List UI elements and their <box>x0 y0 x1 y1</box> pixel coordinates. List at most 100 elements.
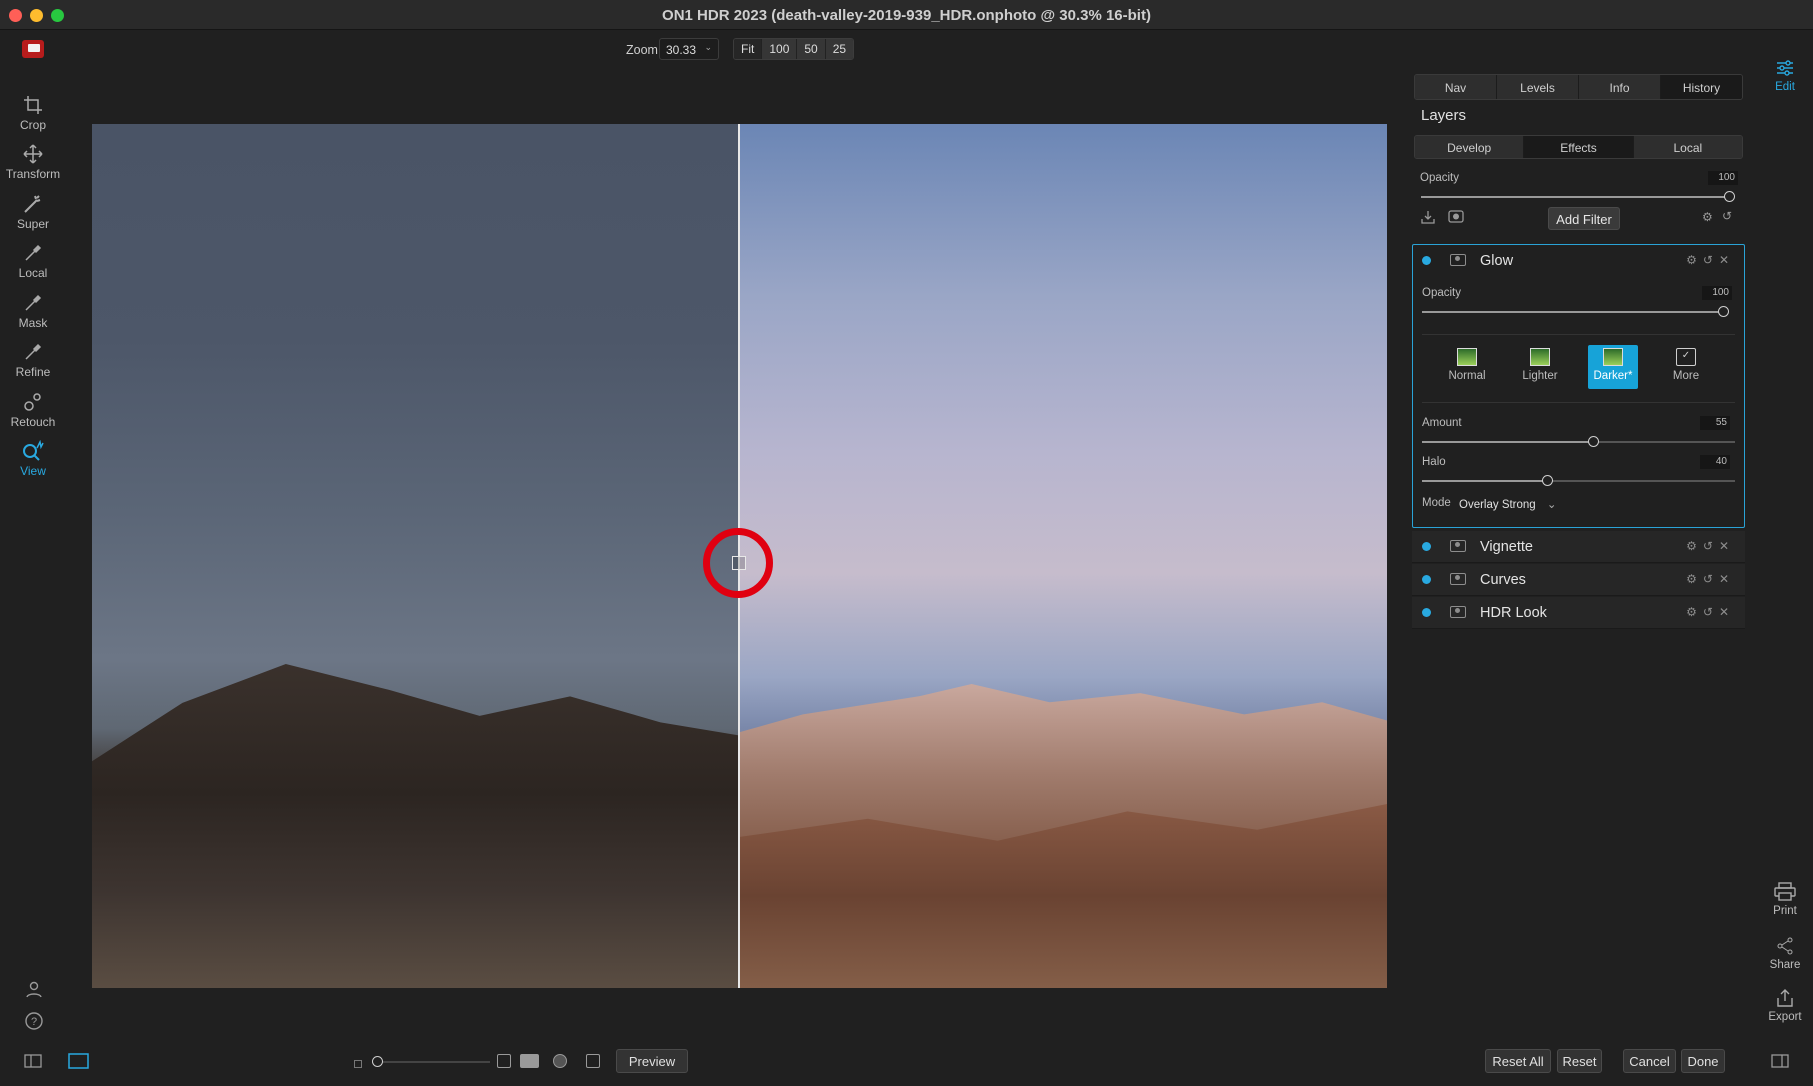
after-foreground <box>738 804 1387 988</box>
amount-knob[interactable] <box>1588 436 1599 447</box>
tool-refine[interactable]: Refine <box>0 341 66 379</box>
tab-history[interactable]: History <box>1661 75 1742 99</box>
hdr-look-row-icons[interactable]: ⚙↺✕ <box>1686 605 1735 619</box>
super-icon <box>0 193 66 215</box>
zoom-100-button[interactable]: 100 <box>762 39 798 59</box>
vignette-visibility-dot[interactable] <box>1422 542 1431 551</box>
share-label: Share <box>1769 959 1801 971</box>
zoom-50-button[interactable]: 50 <box>797 39 826 59</box>
layer-mask-icon[interactable] <box>1448 210 1464 226</box>
export-label: Export <box>1768 1011 1802 1023</box>
text-overlay-icon[interactable] <box>520 1054 539 1068</box>
tab-info[interactable]: Info <box>1579 75 1661 99</box>
crop-icon <box>0 94 66 116</box>
preview-size-knob[interactable] <box>372 1056 383 1067</box>
split-handle[interactable] <box>732 556 746 570</box>
tool-local[interactable]: Local <box>0 242 66 280</box>
panel-tabs: Nav Levels Info History <box>1414 74 1743 100</box>
zoom-25-button[interactable]: 25 <box>825 39 854 59</box>
compare-view-icon[interactable] <box>586 1054 600 1068</box>
print-button[interactable]: Print <box>1760 882 1810 917</box>
tool-view[interactable]: View <box>0 440 66 478</box>
add-filter-button[interactable]: Add Filter <box>1548 207 1620 230</box>
curves-row-icons[interactable]: ⚙↺✕ <box>1686 572 1735 586</box>
hdr-look-mask-icon[interactable] <box>1450 606 1466 618</box>
layer-opacity-value[interactable]: 100 <box>1708 171 1738 185</box>
right-panel-toggle-icon[interactable] <box>1771 1054 1789 1071</box>
square-view-icon[interactable] <box>497 1054 511 1068</box>
reset-button[interactable]: Reset <box>1557 1049 1602 1073</box>
tool-super[interactable]: Super <box>0 193 66 231</box>
filter-row-hdr-look[interactable]: HDR Look ⚙↺✕ <box>1412 597 1745 629</box>
preview-button[interactable]: Preview <box>616 1049 688 1073</box>
preset-normal[interactable]: Normal <box>1442 345 1492 389</box>
tree-thumbnail-icon <box>1530 348 1550 366</box>
tool-mask[interactable]: Mask <box>0 292 66 330</box>
filter-name: Vignette <box>1480 539 1533 555</box>
filter-row-curves[interactable]: Curves ⚙↺✕ <box>1412 564 1745 596</box>
filter-row-vignette[interactable]: Vignette ⚙↺✕ <box>1412 531 1745 563</box>
image-canvas[interactable] <box>92 124 1387 988</box>
tab-effects[interactable]: Effects <box>1524 136 1634 158</box>
zoom-fit-button[interactable]: Fit <box>734 39 763 59</box>
preset-darker-label: Darker* <box>1593 370 1633 382</box>
hdr-look-visibility-dot[interactable] <box>1422 608 1431 617</box>
vignette-mask-icon[interactable] <box>1450 540 1466 552</box>
left-panel-toggle-icon[interactable] <box>24 1054 42 1071</box>
mask-view-icon[interactable] <box>553 1054 567 1068</box>
amount-value[interactable]: 55 <box>1700 416 1730 430</box>
divider <box>1422 402 1735 403</box>
curves-visibility-dot[interactable] <box>1422 575 1431 584</box>
user-icon[interactable] <box>25 980 43 1001</box>
edit-label: Edit <box>1775 81 1795 93</box>
export-button[interactable]: Export <box>1760 988 1810 1023</box>
glow-row-icons[interactable]: ⚙↺✕ <box>1686 253 1735 267</box>
glow-filter-header[interactable]: Glow ⚙↺✕ <box>1412 245 1745 277</box>
glow-opacity-knob[interactable] <box>1718 306 1729 317</box>
glow-mask-icon[interactable] <box>1450 254 1466 266</box>
preset-more[interactable]: ✓ More <box>1661 345 1711 389</box>
preset-lighter[interactable]: Lighter <box>1515 345 1565 389</box>
help-icon[interactable]: ? <box>25 1012 43 1033</box>
done-button[interactable]: Done <box>1681 1049 1725 1073</box>
import-icon[interactable] <box>1421 210 1435 227</box>
tab-levels[interactable]: Levels <box>1497 75 1579 99</box>
preview-size-slider[interactable] <box>372 1056 490 1067</box>
halo-slider[interactable] <box>1422 475 1735 486</box>
preset-darker[interactable]: Darker* <box>1588 345 1638 389</box>
svg-text:?: ? <box>31 1016 37 1028</box>
tool-crop[interactable]: Crop <box>0 94 66 132</box>
tree-thumbnail-icon <box>1603 348 1623 366</box>
zoom-select[interactable]: 30.33 ⌄ <box>659 38 719 60</box>
layer-opacity-knob[interactable] <box>1724 191 1735 202</box>
zoom-label: Zoom <box>626 43 658 57</box>
gear-icon[interactable]: ⚙ <box>1702 210 1713 224</box>
tab-local[interactable]: Local <box>1633 136 1742 158</box>
halo-value[interactable]: 40 <box>1700 455 1730 469</box>
halo-knob[interactable] <box>1542 475 1553 486</box>
glow-opacity-value[interactable]: 100 <box>1702 286 1732 300</box>
cancel-button[interactable]: Cancel <box>1623 1049 1676 1073</box>
tool-transform[interactable]: Transform <box>0 143 66 181</box>
reset-all-button[interactable]: Reset All <box>1485 1049 1551 1073</box>
tab-develop[interactable]: Develop <box>1415 136 1525 158</box>
amount-slider[interactable] <box>1422 436 1735 447</box>
local-brush-icon <box>0 242 66 264</box>
layer-opacity-slider[interactable] <box>1421 191 1735 202</box>
halo-label: Halo <box>1422 456 1446 468</box>
vignette-row-icons[interactable]: ⚙↺✕ <box>1686 539 1735 553</box>
reset-icon[interactable]: ↺ <box>1722 209 1732 223</box>
tree-thumbnail-icon <box>1457 348 1477 366</box>
edit-module-button[interactable]: Edit <box>1760 58 1810 93</box>
refine-brush-icon <box>0 341 66 363</box>
printer-icon <box>1774 882 1796 901</box>
glow-visibility-dot[interactable] <box>1422 256 1431 265</box>
single-view-icon[interactable] <box>68 1053 89 1072</box>
tab-nav[interactable]: Nav <box>1415 75 1497 99</box>
share-button[interactable]: Share <box>1760 936 1810 971</box>
glow-opacity-slider[interactable] <box>1422 306 1729 317</box>
tool-retouch[interactable]: Retouch <box>0 391 66 429</box>
curves-mask-icon[interactable] <box>1450 573 1466 585</box>
mode-select[interactable]: Overlay Strong ⌄ <box>1459 497 1557 511</box>
view-icon <box>0 440 66 462</box>
